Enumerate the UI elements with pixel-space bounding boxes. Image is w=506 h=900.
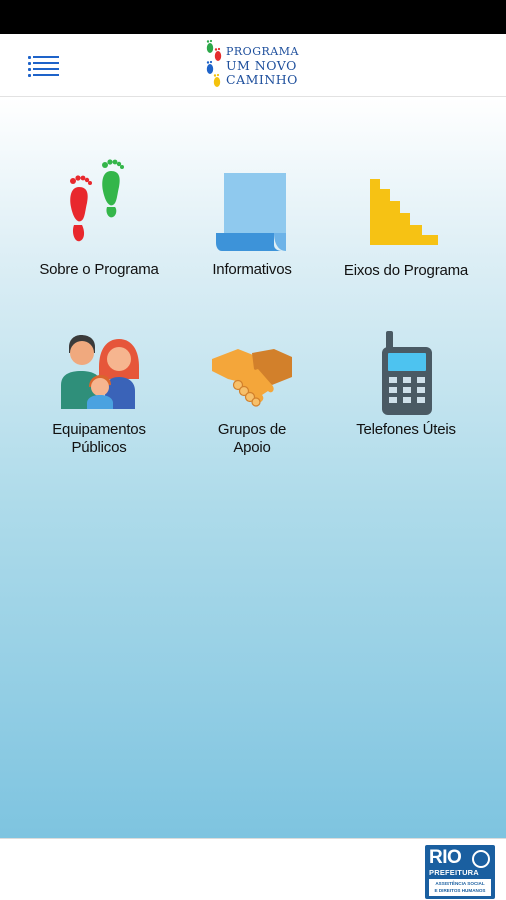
tile-sobre-o-programa[interactable]: Sobre o Programa — [19, 157, 179, 282]
tile-label: Sobre o Programa — [39, 261, 159, 278]
main-grid: Sobre o Programa Informativos Eixos do P… — [0, 97, 506, 838]
tile-label: Informativos — [212, 261, 292, 278]
scroll-icon — [216, 173, 286, 251]
rio-logo-title: RIO — [429, 847, 462, 868]
menu-button[interactable] — [24, 50, 64, 82]
tile-label-line-1: Grupos de — [217, 421, 287, 438]
tile-label-line-2: Apoio — [233, 439, 271, 456]
stairs-icon — [370, 179, 438, 245]
tile-telefones-uteis[interactable]: Telefones Úteis — [326, 331, 486, 441]
rio-prefeitura-logo: RIO PREFEITURA ASSISTÊNCIA SOCIAL E DIRE… — [425, 845, 495, 899]
app-header: PROGRAMA UM NOVO CAMINHO — [0, 34, 506, 97]
tile-label: Eixos do Programa — [343, 262, 469, 279]
tile-grupos-de-apoio[interactable]: Grupos de Apoio — [172, 331, 332, 461]
logo-line-3: CAMINHO — [226, 72, 298, 87]
tile-label-line-1: Equipamentos — [52, 421, 146, 438]
footprints-icon — [70, 159, 124, 242]
tile-eixos-do-programa[interactable]: Eixos do Programa — [326, 157, 486, 282]
rio-logo-subtitle: PREFEITURA — [429, 868, 479, 877]
tile-equipamentos-publicos[interactable]: Equipamentos Públicos — [19, 331, 179, 461]
status-bar — [0, 0, 506, 34]
tile-informativos[interactable]: Informativos — [172, 157, 332, 282]
logo-line-2: UM NOVO — [226, 58, 297, 73]
program-logo: PROGRAMA UM NOVO CAMINHO — [204, 38, 314, 94]
logo-footprints-icon — [206, 39, 222, 87]
tile-label: Equipamentos Públicos — [19, 421, 179, 457]
tile-label: Grupos de Apoio — [172, 421, 332, 457]
family-icon — [61, 335, 139, 409]
tile-label: Telefones Úteis — [356, 421, 456, 438]
tile-label-line-2: Públicos — [71, 439, 127, 456]
phone-icon — [382, 331, 432, 415]
rio-logo-department: ASSISTÊNCIA SOCIAL E DIREITOS HUMANOS — [429, 879, 491, 896]
handshake-icon — [212, 349, 292, 407]
logo-line-1: PROGRAMA — [226, 45, 299, 58]
footer: RIO PREFEITURA ASSISTÊNCIA SOCIAL E DIRE… — [0, 838, 506, 900]
rio-emblem-icon — [472, 850, 490, 868]
